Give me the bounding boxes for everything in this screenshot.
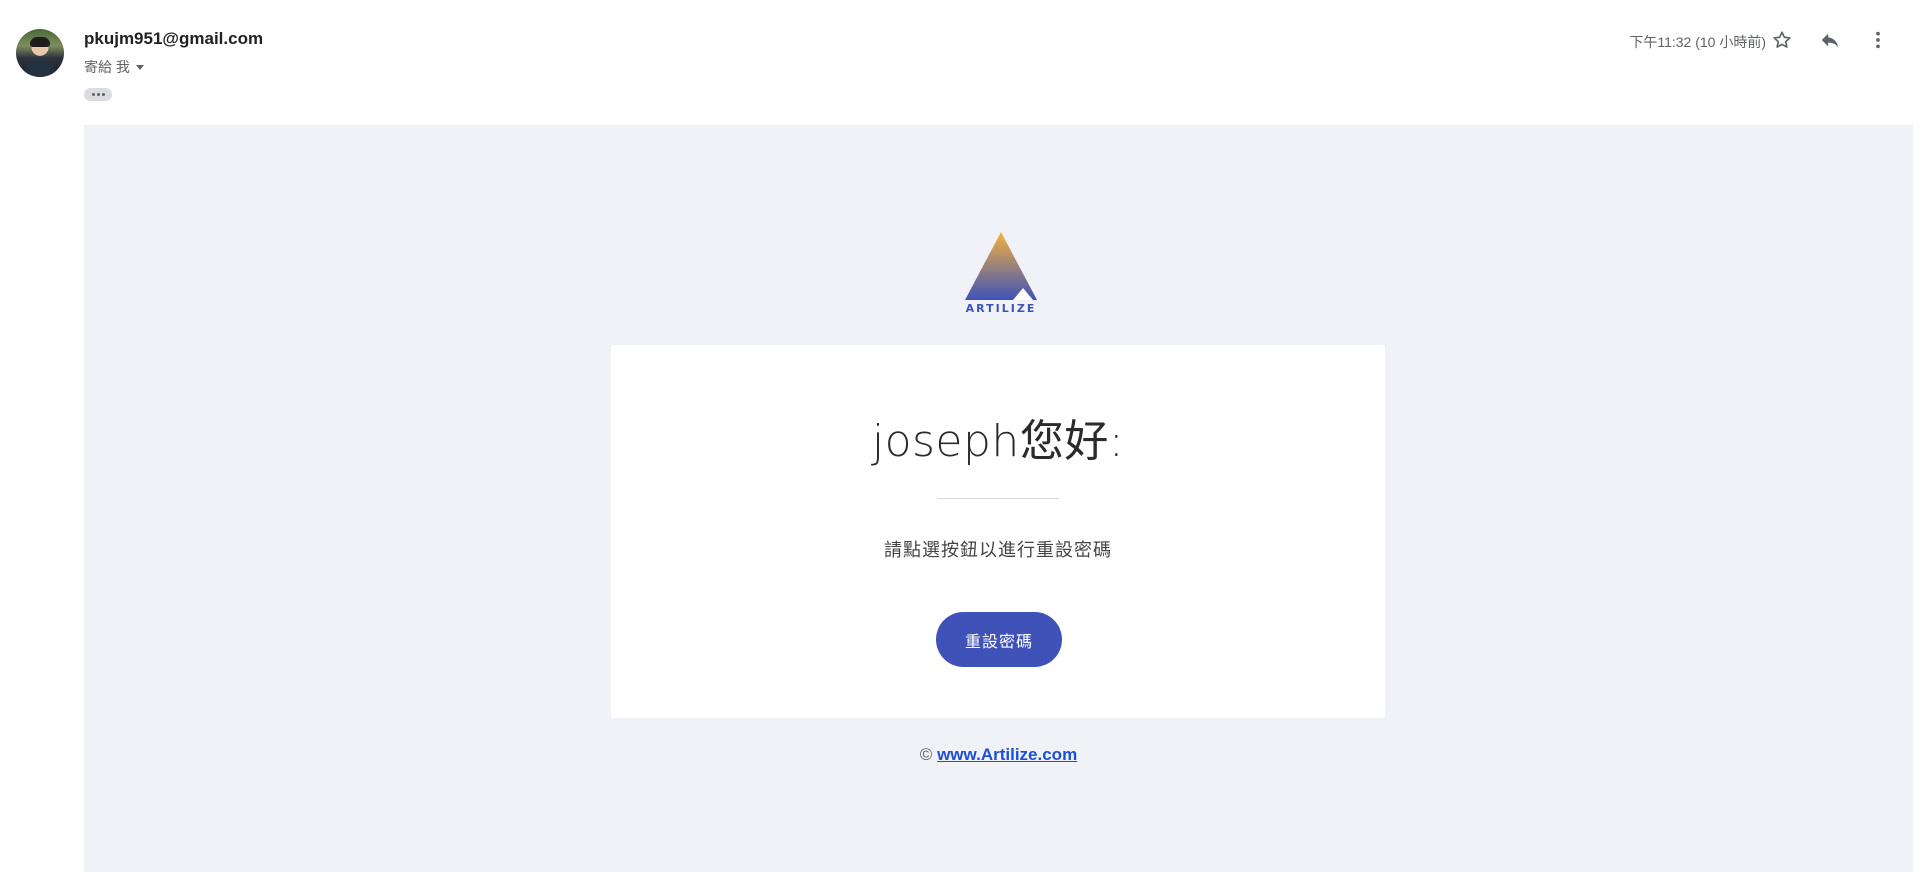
show-trimmed-content-button[interactable] — [84, 88, 112, 101]
chevron-down-icon[interactable] — [135, 64, 144, 70]
avatar-shirt — [24, 61, 56, 77]
artilize-logo: ARTILIZE — [961, 228, 1041, 315]
copyright-symbol: © — [919, 745, 933, 764]
recipient-line[interactable]: 寄給 我 — [84, 57, 144, 77]
timestamp: 下午11:32 (10 小時前) — [1629, 34, 1766, 50]
divider — [937, 498, 1059, 499]
email-footer: © www.Artilize.com — [84, 745, 1913, 765]
reset-password-button[interactable]: 重設密碼 — [936, 612, 1062, 667]
message-card: joseph您好: 請點選按鈕以進行重設密碼 重設密碼 — [611, 345, 1385, 718]
star-icon[interactable] — [1768, 26, 1796, 54]
recipient-label: 寄給 我 — [84, 59, 130, 75]
instruction-text: 請點選按鈕以進行重設密碼 — [884, 540, 1112, 560]
avatar-hair — [30, 37, 50, 47]
dot — [91, 93, 95, 96]
website-link[interactable]: www.Artilize.com — [937, 745, 1077, 764]
greeting-heading: joseph您好: — [871, 416, 1125, 467]
svg-text:ARTILIZE: ARTILIZE — [966, 302, 1037, 314]
sender-email[interactable]: pkujm951@gmail.com — [84, 29, 263, 49]
email-view: pkujm951@gmail.com 寄給 我 下午11:32 (10 小時前) — [0, 0, 1926, 872]
email-body: ARTILIZE joseph您好: 請點選按鈕以進行重設密碼 重設密碼 © w… — [84, 125, 1913, 872]
more-vert-icon[interactable] — [1864, 26, 1892, 54]
sender-avatar[interactable] — [16, 29, 64, 77]
dot — [96, 93, 100, 96]
reply-icon[interactable] — [1816, 26, 1844, 54]
dot — [101, 93, 105, 96]
